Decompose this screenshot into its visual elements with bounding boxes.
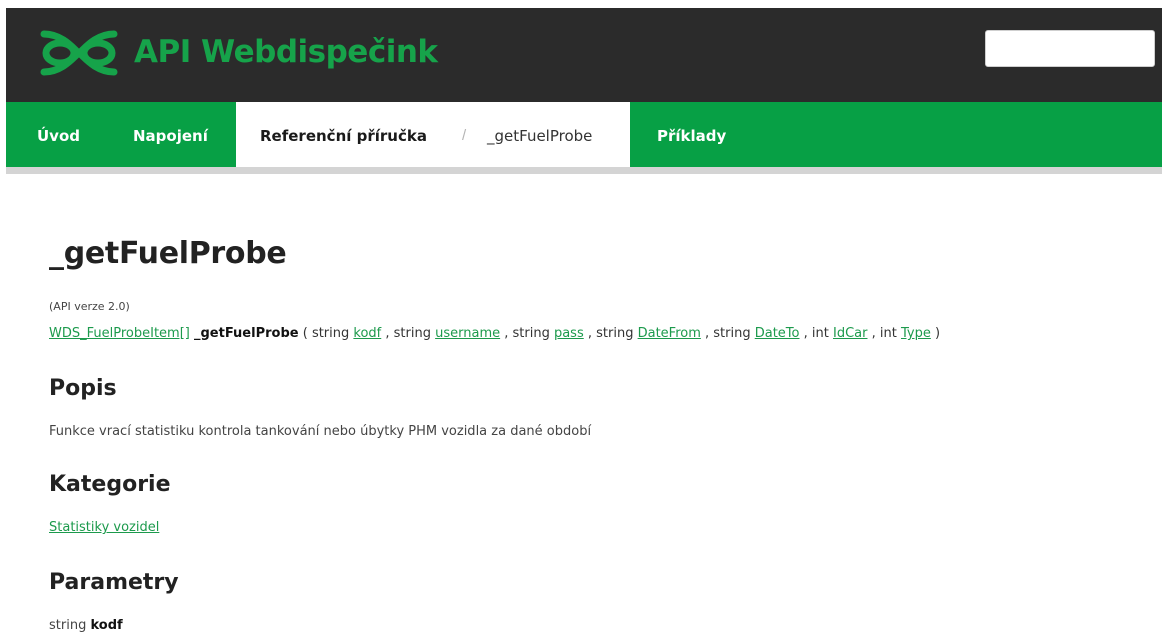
function-signature: WDS_FuelProbeItem[] _getFuelProbe ( stri… xyxy=(49,326,940,341)
param-separator: , xyxy=(799,326,812,341)
param-type: string xyxy=(713,326,755,341)
param-type: string xyxy=(596,326,638,341)
webdispecink-logo-icon[interactable] xyxy=(34,22,124,84)
category-link[interactable]: Statistiky vozidel xyxy=(49,520,159,535)
parameter-item: string kodf xyxy=(49,618,123,633)
param-separator: , xyxy=(500,326,513,341)
param-separator: , xyxy=(583,326,597,341)
breadcrumb-current: _getFuelProbe xyxy=(487,127,593,145)
param-type: string xyxy=(393,326,436,341)
category-link-wrapper: Statistiky vozidel xyxy=(49,520,159,535)
param-link-username[interactable]: username xyxy=(435,326,500,341)
category-heading: Kategorie xyxy=(49,472,171,497)
param-separator: , xyxy=(700,326,714,341)
parameters-heading: Parametry xyxy=(49,570,179,595)
function-name: _getFuelProbe xyxy=(193,326,299,341)
parameter-type: string xyxy=(49,618,87,633)
brand-title[interactable]: API Webdispečink xyxy=(134,34,438,70)
param-link-kodf[interactable]: kodf xyxy=(353,326,381,341)
description-heading: Popis xyxy=(49,376,117,401)
page-title: _getFuelProbe xyxy=(49,236,287,271)
signature-close-paren: ) xyxy=(930,326,941,341)
site-header: API Webdispečink xyxy=(6,8,1162,102)
breadcrumb-separator: / xyxy=(462,127,467,144)
nav-item-referencni-prirucka[interactable]: Referenční příručka xyxy=(260,102,427,170)
param-separator: , xyxy=(867,326,880,341)
signature-open-paren: ( xyxy=(302,326,312,341)
param-link-dateto[interactable]: DateTo xyxy=(755,326,800,341)
param-type: int xyxy=(879,326,901,341)
param-type: string xyxy=(512,326,554,341)
parameter-name: kodf xyxy=(90,618,123,633)
param-separator: , xyxy=(381,326,394,341)
param-link-datefrom[interactable]: DateFrom xyxy=(638,326,701,341)
nav-divider xyxy=(6,167,1162,174)
main-nav: Úvod Napojení Referenční příručka / _get… xyxy=(6,102,1162,176)
nav-item-priklady[interactable]: Příklady xyxy=(657,102,726,167)
signature-params: string kodf , string username , string p… xyxy=(312,326,931,341)
param-link-pass[interactable]: pass xyxy=(554,326,584,341)
return-type-link[interactable]: WDS_FuelProbeItem[] xyxy=(49,326,190,341)
nav-item-uvod[interactable]: Úvod xyxy=(37,102,80,167)
api-version: (API verze 2.0) xyxy=(49,300,130,313)
param-link-idcar[interactable]: IdCar xyxy=(833,326,867,341)
param-type: int xyxy=(811,326,833,341)
search-input[interactable] xyxy=(985,30,1155,67)
param-type: string xyxy=(311,326,354,341)
description-text: Funkce vrací statistiku kontrola tanková… xyxy=(49,424,592,439)
nav-item-referencni-prirucka-active: Referenční příručka / _getFuelProbe xyxy=(236,102,630,176)
param-link-type[interactable]: Type xyxy=(901,326,931,341)
nav-item-napojeni[interactable]: Napojení xyxy=(133,102,208,167)
